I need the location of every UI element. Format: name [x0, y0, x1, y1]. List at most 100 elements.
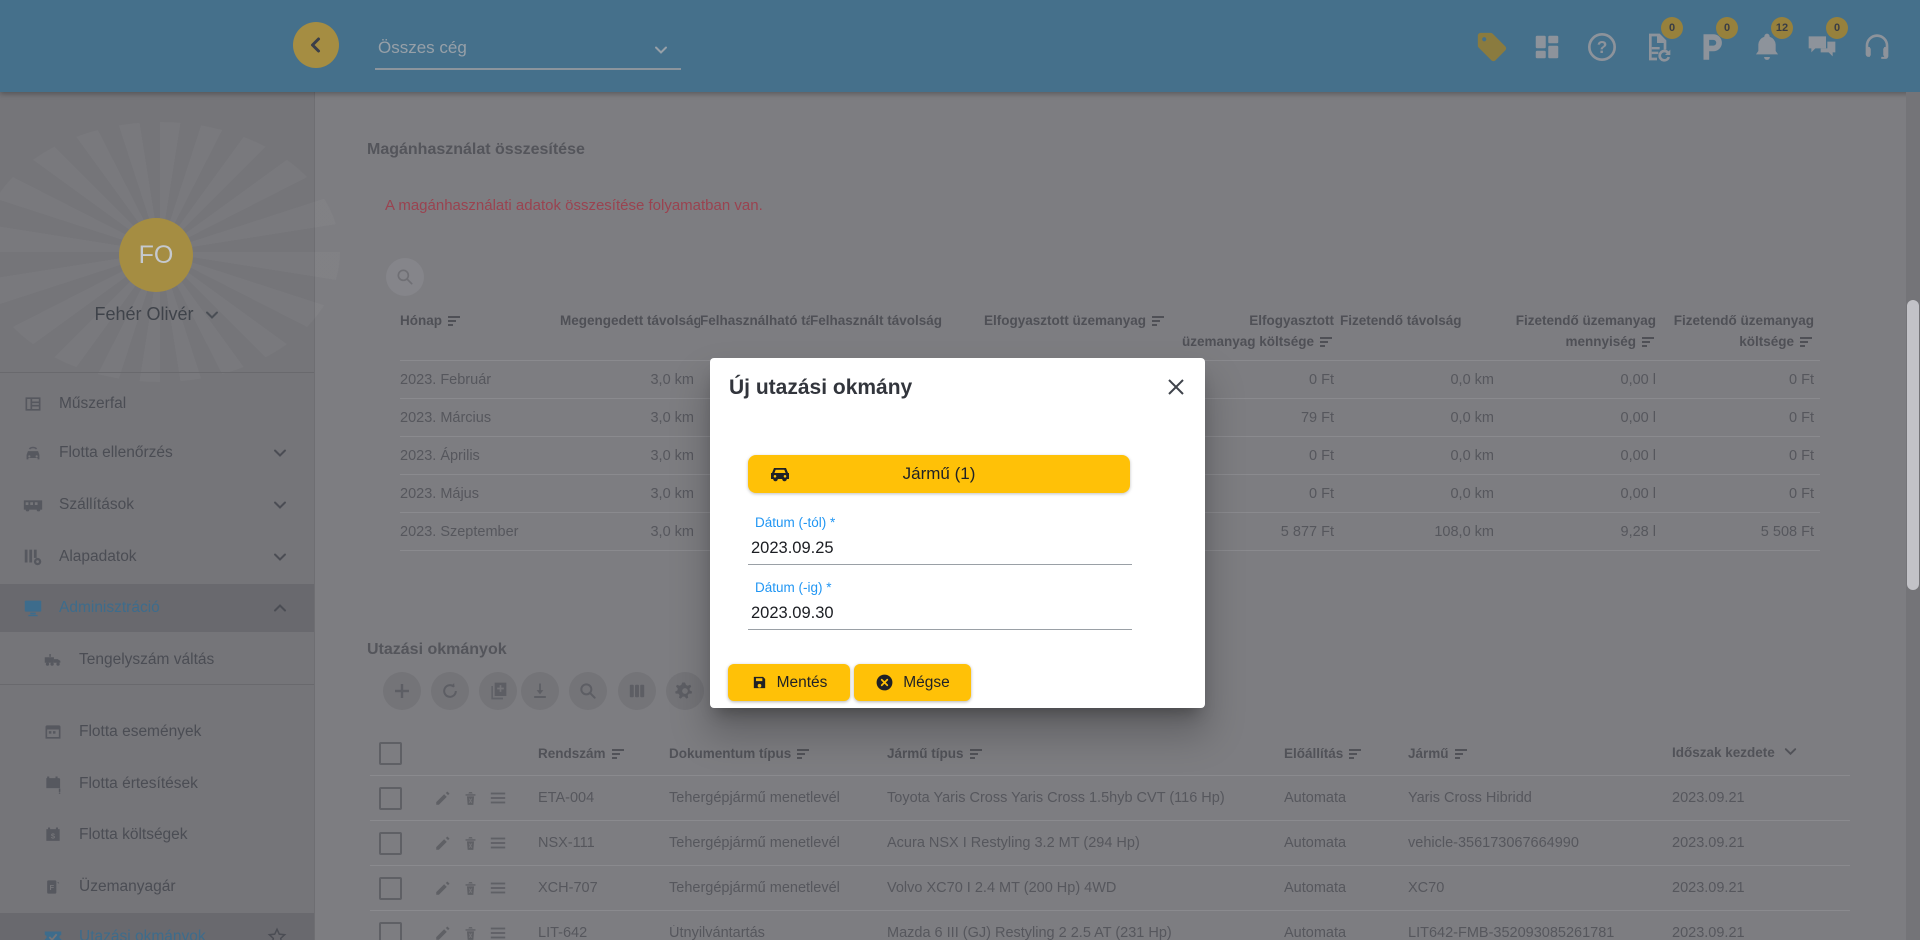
- row-menu-icon[interactable]: [489, 924, 507, 940]
- chevron-down-icon: [1783, 747, 1798, 762]
- notifications-bell-icon[interactable]: 12: [1747, 17, 1793, 67]
- sidebar-item-axle-change[interactable]: Tengelyszám váltás: [0, 636, 314, 684]
- edit-pencil-icon[interactable]: [434, 789, 452, 807]
- user-name: Fehér Olivér: [94, 304, 194, 324]
- download-button[interactable]: [521, 672, 559, 710]
- sidebar-item-base-data[interactable]: Alapadatok: [0, 533, 314, 581]
- search-button[interactable]: [569, 672, 607, 710]
- support-headset-icon[interactable]: [1857, 27, 1897, 67]
- scrollbar-thumb[interactable]: [1907, 300, 1919, 590]
- row-checkbox[interactable]: [379, 876, 402, 900]
- sort-icon: [1349, 748, 1363, 759]
- edit-pencil-icon[interactable]: [434, 834, 452, 852]
- chevron-down-icon: [653, 42, 669, 58]
- save-button[interactable]: Mentés: [728, 664, 850, 701]
- delete-trash-icon[interactable]: [462, 925, 479, 940]
- delete-trash-icon[interactable]: [462, 835, 479, 852]
- column-header-payable-fuel-cost[interactable]: Fizetendő üzemanyag költsége: [1662, 308, 1820, 360]
- row-menu-icon[interactable]: [489, 879, 507, 897]
- documents-table: Rendszám Dokumentum típus Jármű típus El…: [370, 731, 1850, 940]
- parking-badge: 0: [1716, 17, 1738, 39]
- date-to-input[interactable]: 2023.09.30: [751, 604, 834, 623]
- row-menu-icon[interactable]: [489, 789, 507, 807]
- sidebar-item-fleet-costs[interactable]: $ Flotta költségek: [0, 811, 314, 859]
- app-root: Összes cég ? 0 0 12 0 FO Fehér Olivér Mű…: [0, 0, 1920, 940]
- column-header-vehicle-type[interactable]: Jármű típus: [869, 746, 1266, 761]
- sidebar-item-transports[interactable]: Szállítások: [0, 481, 314, 529]
- messages-icon[interactable]: 0: [1802, 17, 1848, 67]
- document-sync-icon[interactable]: 0: [1637, 17, 1683, 67]
- dashboard-apps-icon[interactable]: [1527, 27, 1567, 67]
- cancel-button[interactable]: Mégse: [854, 664, 971, 701]
- summary-search-button[interactable]: [386, 258, 424, 296]
- summary-section-title: Magánhasználat összesítése: [367, 141, 585, 158]
- row-checkbox[interactable]: [379, 921, 402, 940]
- columns-button[interactable]: [618, 672, 656, 710]
- vehicle-button-label: Jármű (1): [902, 464, 976, 483]
- help-icon[interactable]: ?: [1582, 27, 1622, 67]
- back-button[interactable]: [293, 22, 339, 68]
- vehicle-select-button[interactable]: Jármű (1): [748, 455, 1130, 493]
- delete-trash-icon[interactable]: [462, 790, 479, 807]
- sidebar-item-dashboard[interactable]: Műszerfal: [0, 380, 314, 428]
- table-row[interactable]: LIT-642 Útnyilvántartás Mazda 6 III (GJ)…: [370, 911, 1850, 940]
- car-monitor-icon: [22, 442, 44, 464]
- column-header-consumed-fuel-cost[interactable]: Elfogyasztott üzemanyag költsége: [1172, 308, 1340, 360]
- column-header-payable-fuel-quantity[interactable]: Fizetendő üzemanyag mennyiség: [1500, 308, 1662, 360]
- scrollbar[interactable]: [1906, 92, 1920, 940]
- column-header-period-start[interactable]: Időszak kezdete: [1654, 744, 1850, 762]
- edit-pencil-icon[interactable]: [434, 879, 452, 897]
- parking-icon[interactable]: 0: [1692, 17, 1738, 67]
- favorite-star-icon[interactable]: [266, 926, 288, 940]
- refresh-button[interactable]: [431, 672, 469, 710]
- column-header-consumed-fuel[interactable]: Elfogyasztott üzemanyag: [960, 308, 1172, 360]
- sort-icon: [611, 748, 626, 759]
- sidebar-item-fleet-check[interactable]: Flotta ellenőrzés: [0, 429, 314, 477]
- sort-icon: [1642, 336, 1656, 347]
- date-to-label: Dátum (-ig) *: [755, 580, 832, 595]
- search-icon: [397, 269, 413, 285]
- row-checkbox[interactable]: [379, 786, 402, 810]
- table-row[interactable]: NSX-111 Tehergépjármű menetlevél Acura N…: [370, 821, 1850, 866]
- column-header-plate[interactable]: Rendszám: [520, 746, 651, 761]
- column-header-allowed-distance[interactable]: Megengedett távolság: [560, 308, 700, 360]
- delete-trash-icon[interactable]: [462, 880, 479, 897]
- select-underline: [375, 68, 681, 70]
- column-header-vehicle[interactable]: Jármű: [1390, 746, 1654, 761]
- ticket-check-icon: [42, 926, 64, 940]
- table-row[interactable]: XCH-707 Tehergépjármű menetlevél Volvo X…: [370, 866, 1850, 911]
- avatar[interactable]: FO: [119, 218, 193, 292]
- user-menu[interactable]: Fehér Olivér: [0, 304, 314, 325]
- column-header-generation[interactable]: Előállítás: [1266, 746, 1390, 761]
- column-header-document-type[interactable]: Dokumentum típus: [651, 746, 869, 761]
- add-button[interactable]: [383, 672, 421, 710]
- sidebar-item-fleet-notifications[interactable]: Flotta értesítések: [0, 760, 314, 808]
- summary-progress-notice: A magánhasználati adatok összesítése fol…: [385, 197, 763, 214]
- chevron-left-icon: [311, 37, 320, 53]
- car-icon: [768, 464, 792, 484]
- column-header-used-distance[interactable]: Felhasznált távolság: [810, 308, 960, 360]
- duplicate-button[interactable]: [479, 672, 517, 710]
- close-icon[interactable]: [1163, 374, 1189, 400]
- row-checkbox[interactable]: [379, 831, 402, 855]
- settings-button[interactable]: [666, 672, 704, 710]
- sidebar-item-fuel-price[interactable]: F Üzemanyagár: [0, 863, 314, 911]
- column-header-usable-distance[interactable]: Felhasználható távolság: [700, 308, 810, 360]
- sidebar-item-travel-documents[interactable]: Utazási okmányok: [0, 913, 314, 940]
- sidebar-item-administration[interactable]: Adminisztráció: [0, 584, 314, 632]
- column-header-payable-distance[interactable]: Fizetendő távolság: [1340, 308, 1500, 360]
- plus-icon: [395, 684, 409, 698]
- tags-icon[interactable]: [1472, 27, 1512, 67]
- sort-icon: [1800, 336, 1814, 347]
- chevron-down-icon: [272, 445, 288, 461]
- column-header-month[interactable]: Hónap: [400, 308, 560, 360]
- date-from-input[interactable]: 2023.09.25: [751, 539, 834, 558]
- table-row[interactable]: ETA-004 Tehergépjármű menetlevél Toyota …: [370, 776, 1850, 821]
- sidebar-item-fleet-events[interactable]: Flotta események: [0, 708, 314, 756]
- company-select[interactable]: Összes cég: [375, 30, 681, 70]
- svg-text:F: F: [49, 883, 54, 892]
- select-all-checkbox[interactable]: [379, 741, 402, 765]
- edit-pencil-icon[interactable]: [434, 924, 452, 940]
- row-menu-icon[interactable]: [489, 834, 507, 852]
- download-icon: [534, 683, 546, 698]
